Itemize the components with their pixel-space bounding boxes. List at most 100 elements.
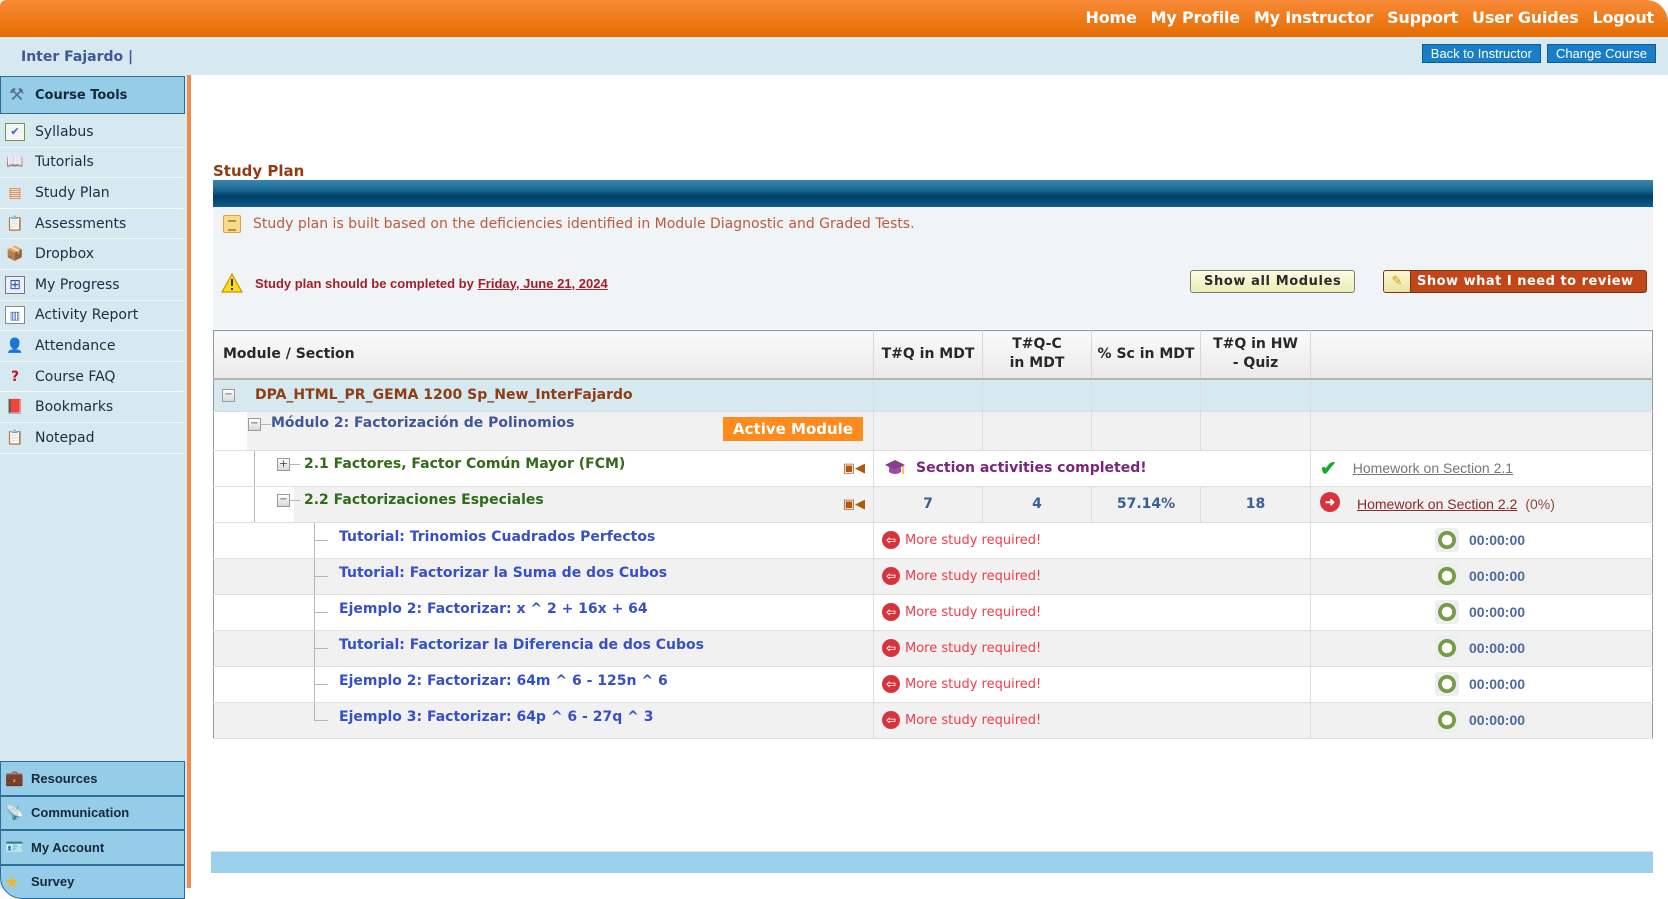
- time-value: 00:00:00: [1469, 712, 1525, 728]
- sidebar-survey[interactable]: ★Survey: [0, 865, 185, 899]
- col-module-section: Module / Section: [214, 331, 874, 379]
- clock-icon: [1435, 672, 1459, 696]
- sidebar: ⚒ Course Tools ✔Syllabus 📖Tutorials ▤ Stu…: [0, 75, 187, 888]
- collapse-icon[interactable]: −: [277, 494, 290, 507]
- study-item-link[interactable]: Tutorial: Factorizar la Suma de dos Cubo…: [339, 565, 667, 581]
- study-status: ⇦ More study required!: [874, 639, 1310, 657]
- course-tools-label: Course Tools: [35, 88, 127, 103]
- section-row: + 2.1 Factores, Factor Común Mayor (FCM)…: [214, 450, 1653, 486]
- sidebar-item-label: Study Plan: [35, 185, 110, 201]
- deadline-warning: Study plan should be completed by Friday…: [221, 273, 608, 293]
- sidebar-resources[interactable]: 💼Resources: [0, 761, 185, 796]
- study-status: ⇦ More study required!: [874, 675, 1310, 693]
- arrow-left-circle-icon: ⇦: [882, 711, 900, 729]
- info-box: Study plan is built based on the deficie…: [213, 207, 1653, 329]
- col-tq-hw: T#Q in HW - Quiz: [1201, 331, 1311, 379]
- sidebar-item-activity-report[interactable]: ▥Activity Report: [0, 301, 185, 332]
- sidebar-item-notepad[interactable]: 📋Notepad: [0, 423, 185, 454]
- sidebar-item-attendance[interactable]: 👤Attendance: [0, 331, 185, 362]
- sidebar-item-label: Syllabus: [35, 124, 94, 140]
- nav-home[interactable]: Home: [1086, 8, 1137, 27]
- question-icon: ?: [5, 368, 25, 386]
- star-document-icon: ★: [5, 873, 27, 891]
- study-item-link[interactable]: Ejemplo 2: Factorizar: x ^ 2 + 16x + 64: [339, 601, 648, 617]
- study-status: ⇦ More study required!: [874, 603, 1310, 621]
- change-course-button[interactable]: Change Course: [1547, 44, 1656, 63]
- time-spent: 00:00:00: [1311, 636, 1652, 660]
- sidebar-bottom-label: Communication: [31, 805, 129, 820]
- col-sc-mdt: % Sc in MDT: [1092, 331, 1201, 379]
- homework-link[interactable]: Homework on Section 2.2: [1357, 496, 1517, 512]
- homework-percent: (0%): [1525, 496, 1555, 512]
- module-name[interactable]: Módulo 2: Factorización de Polinomios: [271, 415, 575, 431]
- nav-user-guides[interactable]: User Guides: [1472, 8, 1578, 27]
- arrow-left-circle-icon: ⇦: [882, 675, 900, 693]
- course-tools-header[interactable]: ⚒ Course Tools: [0, 76, 185, 114]
- back-to-instructor-button[interactable]: Back to Instructor: [1422, 44, 1541, 63]
- time-value: 00:00:00: [1469, 676, 1525, 692]
- arrow-left-circle-icon: ⇦: [882, 531, 900, 549]
- sidebar-item-study-plan[interactable]: ▤ Study Plan: [0, 178, 185, 209]
- collapse-icon[interactable]: −: [222, 389, 235, 402]
- sidebar-item-label: Attendance: [35, 338, 115, 354]
- sidebar-item-label: Tutorials: [35, 154, 94, 170]
- show-review-button[interactable]: ✎ Show what I need to review: [1383, 270, 1647, 293]
- video-icon[interactable]: ▣◀: [843, 461, 865, 476]
- broadcast-icon: 📡: [5, 804, 27, 822]
- time-value: 00:00:00: [1469, 604, 1525, 620]
- nav-my-profile[interactable]: My Profile: [1151, 8, 1240, 27]
- section-row: − 2.2 Factorizaciones Especiales ▣◀ 7 4 …: [214, 486, 1653, 522]
- checkmark-icon: ✔: [1320, 456, 1337, 481]
- clock-icon: [1435, 564, 1459, 588]
- sidebar-my-account[interactable]: 🪪My Account: [0, 830, 185, 865]
- clock-icon: [1435, 528, 1459, 552]
- study-status-text: More study required!: [905, 677, 1041, 692]
- section-name[interactable]: 2.2 Factorizaciones Especiales: [304, 492, 544, 508]
- study-item-link[interactable]: Ejemplo 3: Factorizar: 64p ^ 6 - 27q ^ 3: [339, 709, 653, 725]
- study-plan-table: Module / Section T#Q in MDT T#Q-C in MDT…: [213, 330, 1653, 739]
- sidebar-item-label: Course FAQ: [35, 369, 115, 385]
- study-item-row: Tutorial: Factorizar la Diferencia de do…: [214, 630, 1653, 666]
- id-card-icon: 🪪: [5, 838, 27, 856]
- study-item-link[interactable]: Tutorial: Trinomios Cuadrados Perfectos: [339, 529, 655, 545]
- sidebar-divider: [187, 75, 191, 888]
- collapse-icon[interactable]: −: [248, 418, 261, 431]
- document-icon: ▤: [5, 184, 25, 202]
- course-name: DPA_HTML_PR_GEMA 1200 Sp_New_InterFajard…: [255, 387, 633, 403]
- section-name[interactable]: 2.1 Factores, Factor Común Mayor (FCM): [304, 456, 625, 472]
- section-status: Section activities completed!: [874, 459, 1310, 477]
- title-bar: [213, 180, 1653, 207]
- sidebar-item-label: Assessments: [35, 216, 126, 232]
- homework-link[interactable]: Homework on Section 2.1: [1353, 460, 1513, 476]
- sidebar-communication[interactable]: 📡 Communication: [0, 796, 185, 831]
- show-all-modules-button[interactable]: Show all Modules: [1190, 270, 1355, 293]
- sidebar-bottom-menu: 💼Resources 📡 Communication 🪪My Account ★S…: [0, 761, 185, 899]
- nav-logout[interactable]: Logout: [1593, 8, 1654, 27]
- study-item-link[interactable]: Ejemplo 2: Factorizar: 64m ^ 6 - 125n ^ …: [339, 673, 668, 689]
- expand-icon[interactable]: +: [277, 458, 290, 471]
- deadline-date-link[interactable]: Friday, June 21, 2024: [478, 276, 608, 291]
- briefcase-icon: 💼: [5, 769, 27, 787]
- sidebar-item-tutorials[interactable]: 📖Tutorials: [0, 148, 185, 179]
- video-icon[interactable]: ▣◀: [843, 497, 865, 512]
- arrow-right-circle-icon: ➜: [1320, 492, 1340, 512]
- time-spent: 00:00:00: [1311, 708, 1652, 732]
- clipboard-icon: 📋: [5, 215, 25, 233]
- sidebar-item-syllabus[interactable]: ✔Syllabus: [0, 117, 185, 148]
- bookmark-book-icon: 📕: [5, 398, 25, 416]
- nav-support[interactable]: Support: [1387, 8, 1458, 27]
- col-tq-mdt: T#Q in MDT: [874, 331, 983, 379]
- study-item-link[interactable]: Tutorial: Factorizar la Diferencia de do…: [339, 637, 704, 653]
- sidebar-item-dropbox[interactable]: 📦Dropbox: [0, 239, 185, 270]
- nav-my-instructor[interactable]: My Instructor: [1254, 8, 1373, 27]
- arrow-left-circle-icon: ⇦: [882, 567, 900, 585]
- sidebar-item-course-faq[interactable]: ? Course FAQ: [0, 362, 185, 393]
- sidebar-item-my-progress[interactable]: ⊞My Progress: [0, 270, 185, 301]
- study-status-text: More study required!: [905, 605, 1041, 620]
- arrow-left-circle-icon: ⇦: [882, 639, 900, 657]
- tq-hw-value: 18: [1201, 486, 1311, 522]
- sidebar-item-bookmarks[interactable]: 📕Bookmarks: [0, 392, 185, 423]
- time-value: 00:00:00: [1469, 532, 1525, 548]
- sidebar-item-assessments[interactable]: 📋 Assessments: [0, 209, 185, 240]
- study-status: ⇦ More study required!: [874, 567, 1310, 585]
